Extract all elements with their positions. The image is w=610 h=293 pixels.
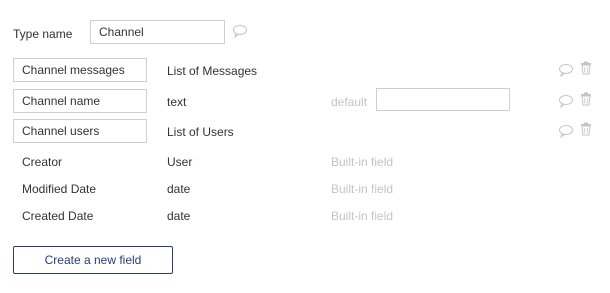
builtin-field-name: Modified Date [22,182,97,196]
comment-icon[interactable] [558,63,574,77]
default-value-input[interactable] [376,88,510,111]
field-type[interactable]: List of Messages [167,64,257,78]
trash-icon[interactable] [580,92,592,106]
field-name-input[interactable]: Channel users [13,119,147,143]
create-new-field-button[interactable]: Create a new field [13,246,173,274]
comment-icon[interactable] [558,94,574,108]
type-name-label: Type name [13,27,73,41]
builtin-field-type: date [167,209,191,223]
builtin-field-name: Creator [22,155,63,169]
field-type[interactable]: text [167,95,186,109]
builtin-field-note: Built-in field [331,155,394,169]
builtin-field-note: Built-in field [331,182,394,196]
trash-icon[interactable] [580,122,592,136]
builtin-field-type: User [167,155,193,169]
comment-icon[interactable] [558,124,574,138]
field-type[interactable]: List of Users [167,125,234,139]
builtin-field-note: Built-in field [331,209,394,223]
field-name-input[interactable]: Channel messages [13,58,147,82]
trash-icon[interactable] [580,61,592,75]
builtin-field-name: Created Date [22,209,94,223]
default-label: default [331,95,368,109]
type-name-input[interactable]: Channel [90,20,225,44]
comment-icon[interactable] [232,24,248,38]
builtin-field-type: date [167,182,191,196]
field-name-input[interactable]: Channel name [13,89,147,113]
